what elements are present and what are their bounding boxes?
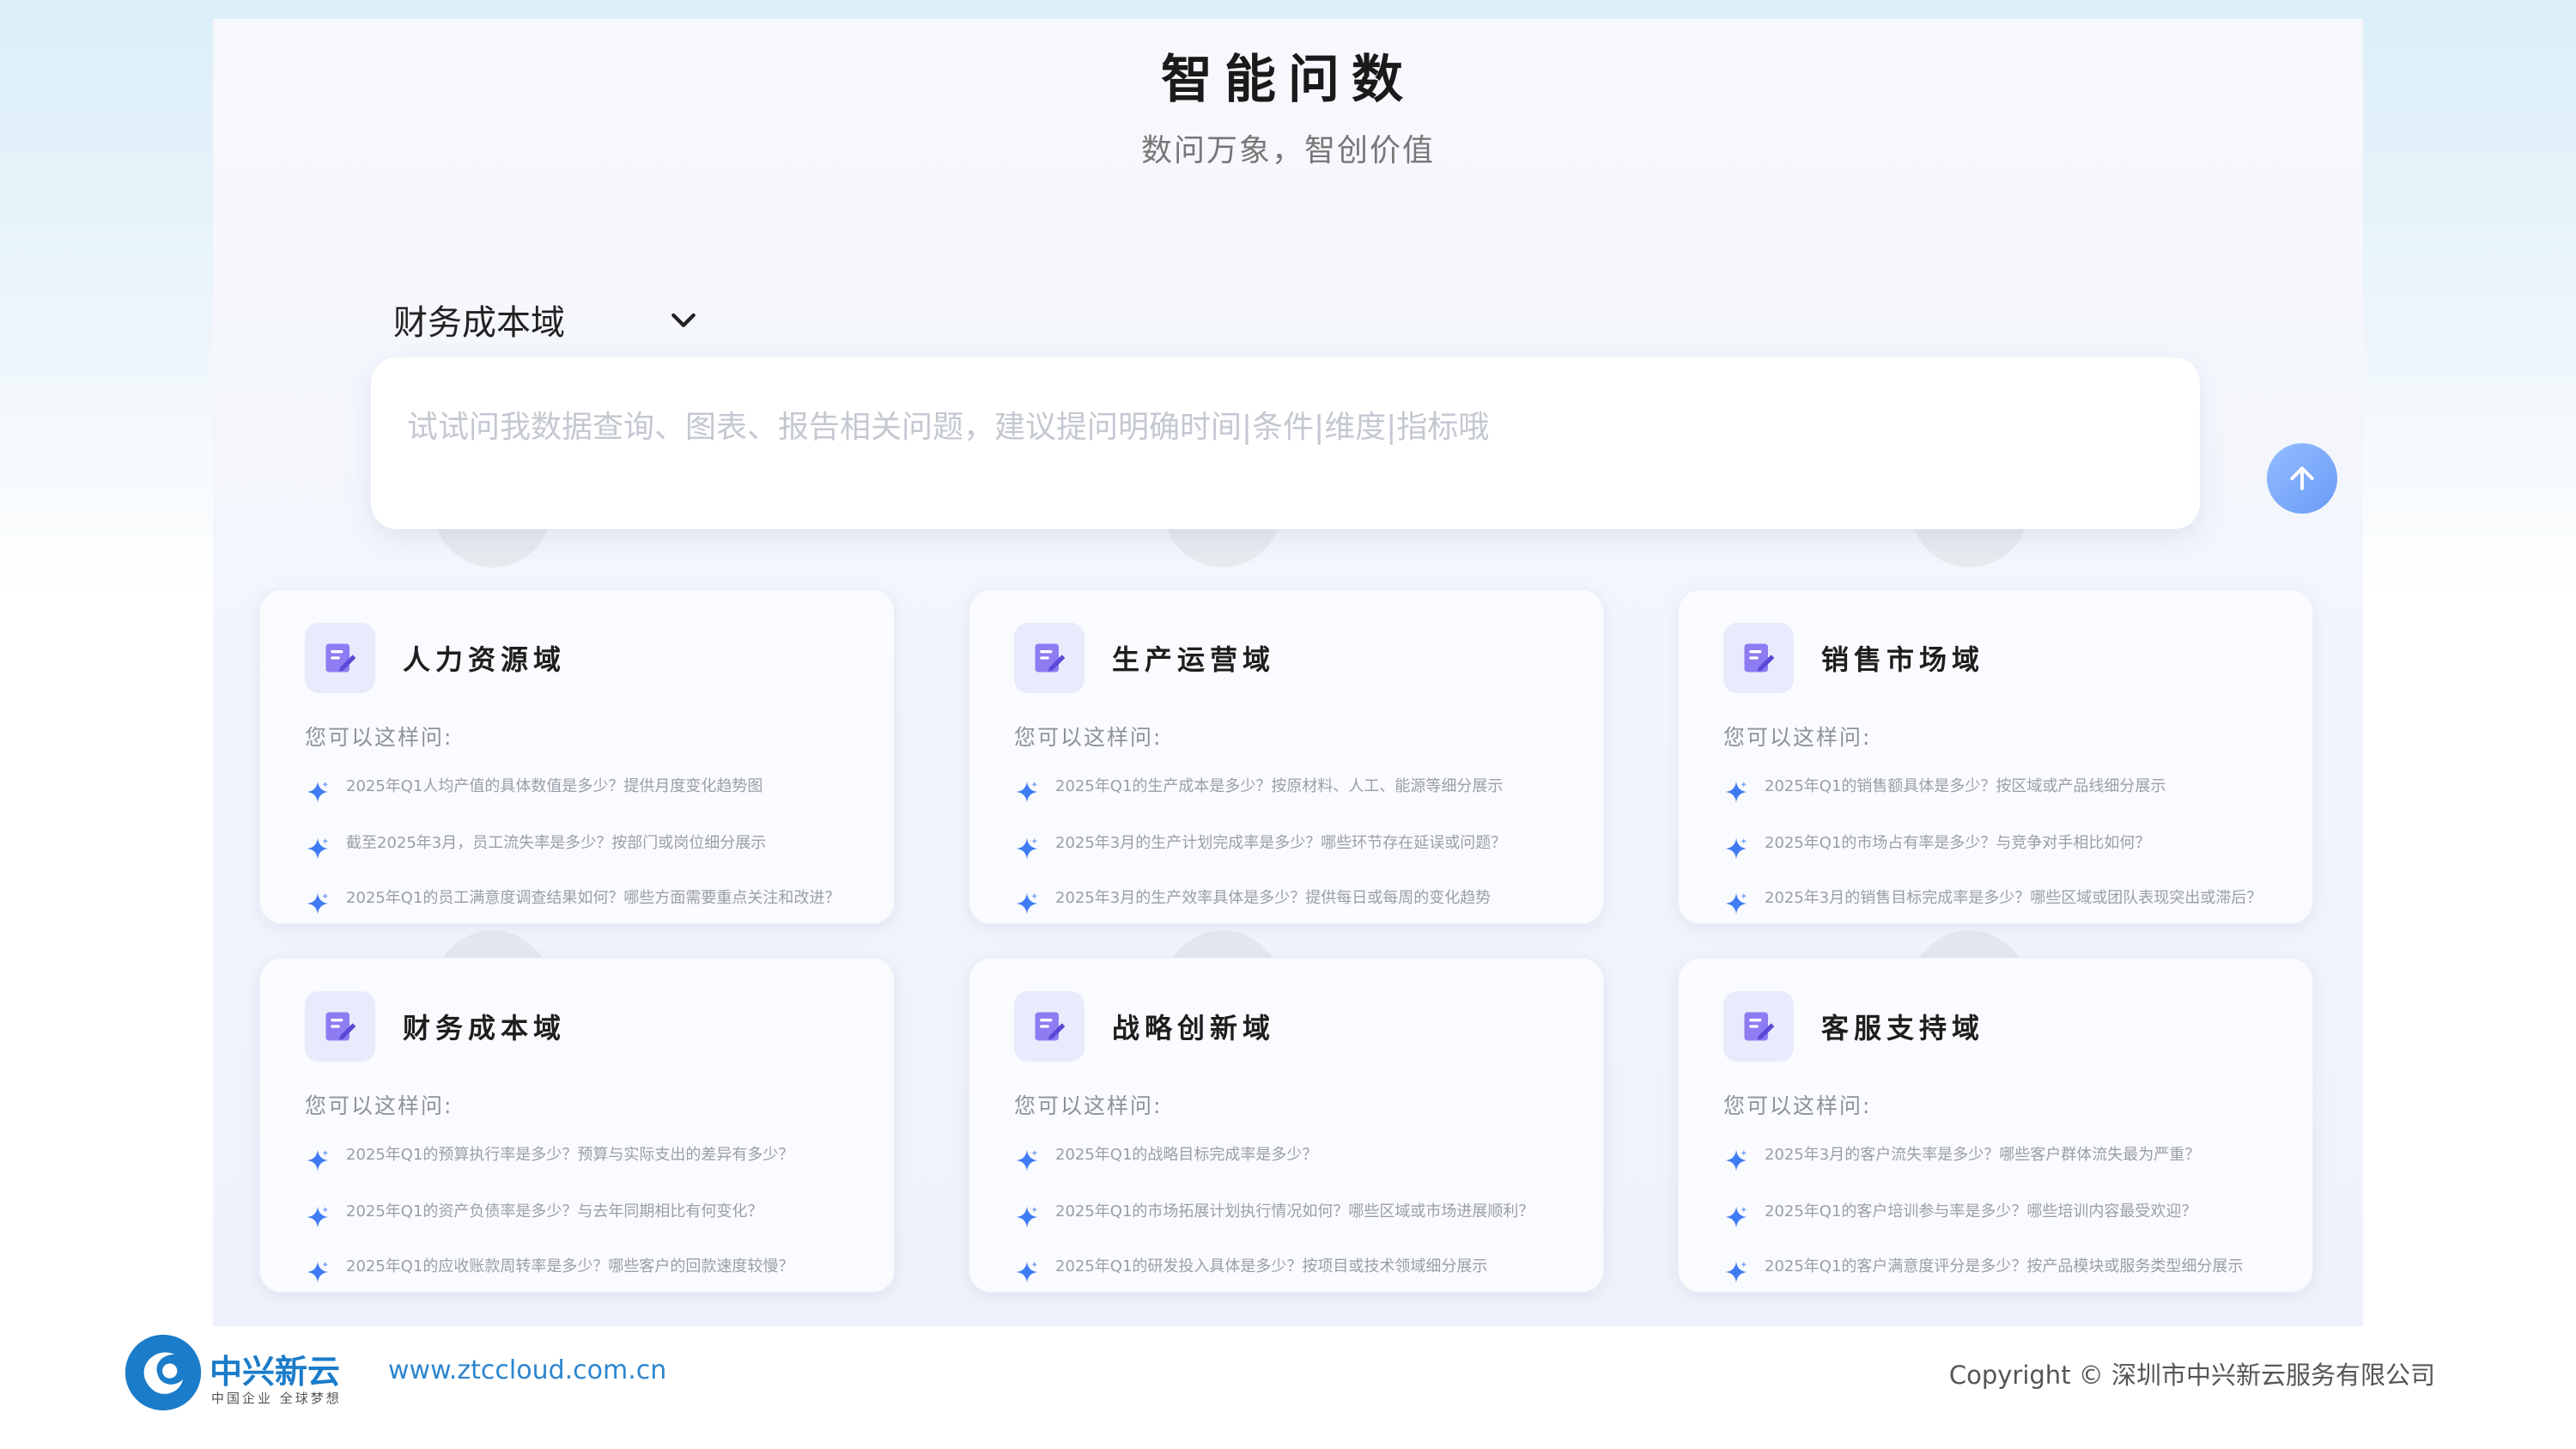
suggested-question[interactable]: 2025年3月的生产计划完成率是多少？哪些环节存在延误或问题？: [1014, 834, 1572, 886]
sparkle-icon: [307, 1206, 329, 1228]
suggested-question-text: 2025年Q1的销售额具体是多少？按区域或产品线细分展示: [1765, 777, 2166, 795]
edit-icon: [305, 991, 375, 1062]
footer-url-link[interactable]: www.ztccloud.com.cn: [388, 1355, 666, 1385]
domain-card[interactable]: 生产运营域您可以这样问: 2025年Q1的生产成本是多少？按原材料、人工、能源等细…: [969, 589, 1604, 924]
sparkle-icon: [1016, 781, 1038, 803]
sparkle-icon: [1016, 837, 1038, 860]
domain-card[interactable]: 人力资源域您可以这样问: 2025年Q1人均产值的具体数值是多少？提供月度变化趋势…: [259, 589, 895, 924]
question-box: [371, 357, 2337, 529]
suggested-question[interactable]: 2025年Q1的市场拓展计划执行情况如何？哪些区域或市场进展顺利？: [1014, 1202, 1572, 1254]
sparkle-icon: [1725, 1261, 1747, 1283]
card-title: 财务成本域: [403, 1012, 567, 1044]
domain-card[interactable]: 财务成本域您可以这样问: 2025年Q1的预算执行率是多少？预算与实际支出的差异有…: [259, 958, 895, 1293]
card-title: 人力资源域: [403, 643, 567, 676]
suggested-question[interactable]: 截至2025年3月，员工流失率是多少？按部门或岗位细分展示: [305, 834, 863, 886]
suggested-question-text: 2025年Q1的预算执行率是多少？预算与实际支出的差异有多少？: [346, 1146, 794, 1164]
edit-icon: [1723, 991, 1794, 1062]
card-prompt-label: 您可以这样问:: [1723, 1093, 1872, 1118]
domain-card[interactable]: 客服支持域您可以这样问: 2025年3月的客户流失率是多少？哪些客户群体流失最为严…: [1678, 958, 2313, 1293]
suggested-question[interactable]: 2025年Q1人均产值的具体数值是多少？提供月度变化趋势图: [305, 777, 863, 829]
sparkle-icon: [307, 837, 329, 860]
sparkle-icon: [1725, 892, 1747, 915]
card-prompt-label: 您可以这样问:: [1014, 725, 1163, 750]
suggested-question[interactable]: 2025年Q1的销售额具体是多少？按区域或产品线细分展示: [1723, 777, 2281, 829]
suggested-question[interactable]: 2025年3月的客户流失率是多少？哪些客户群体流失最为严重？: [1723, 1146, 2281, 1197]
suggested-question-text: 2025年Q1人均产值的具体数值是多少？提供月度变化趋势图: [346, 777, 763, 795]
sparkle-icon: [307, 781, 329, 803]
suggested-question-text: 2025年Q1的研发投入具体是多少？按项目或技术领域细分展示: [1055, 1257, 1488, 1275]
page-title: 智能问数: [1161, 50, 1415, 110]
suggested-question[interactable]: 2025年3月的生产效率具体是多少？提供每日或每周的变化趋势: [1014, 889, 1572, 941]
card-title: 生产运营域: [1112, 643, 1276, 676]
edit-icon: [1014, 623, 1084, 693]
suggested-question-text: 2025年Q1的客户满意度评分是多少？按产品模块或服务类型细分展示: [1765, 1257, 2244, 1275]
suggested-question[interactable]: 2025年Q1的应收账款周转率是多少？哪些客户的回款速度较慢？: [305, 1257, 863, 1309]
suggested-question-text: 2025年Q1的员工满意度调查结果如何？哪些方面需要重点关注和改进？: [346, 889, 841, 907]
suggested-question-text: 2025年3月的生产效率具体是多少？提供每日或每周的变化趋势: [1055, 889, 1492, 907]
card-title: 战略创新域: [1112, 1012, 1276, 1044]
domain-card[interactable]: 战略创新域您可以这样问: 2025年Q1的战略目标完成率是多少？ 2025年Q1的市…: [969, 958, 1604, 1293]
suggested-question[interactable]: 2025年Q1的客户满意度评分是多少？按产品模块或服务类型细分展示: [1723, 1257, 2281, 1309]
suggested-question[interactable]: 2025年Q1的资产负债率是多少？与去年同期相比有何变化？: [305, 1202, 863, 1254]
sparkle-icon: [307, 1149, 329, 1172]
sparkle-icon: [1725, 1206, 1747, 1228]
suggested-question-text: 2025年Q1的应收账款周转率是多少？哪些客户的回款速度较慢？: [346, 1257, 794, 1275]
suggested-question[interactable]: 2025年Q1的市场占有率是多少？与竞争对手相比如何？: [1723, 834, 2281, 886]
suggested-question[interactable]: 2025年Q1的战略目标完成率是多少？: [1014, 1146, 1572, 1197]
card-title: 销售市场域: [1821, 643, 1985, 676]
sparkle-icon: [1016, 892, 1038, 915]
footer-brand: 中兴新云: [210, 1353, 341, 1391]
brand-logo-icon: [125, 1334, 202, 1411]
suggested-question-text: 2025年Q1的市场占有率是多少？与竞争对手相比如何？: [1765, 834, 2151, 852]
sparkle-icon: [1725, 837, 1747, 860]
suggested-question[interactable]: 2025年3月的销售目标完成率是多少？哪些区域或团队表现突出或滞后？: [1723, 889, 2281, 941]
footer-copyright: Copyright © 深圳市中兴新云服务有限公司: [1948, 1361, 2435, 1390]
send-button[interactable]: [2267, 443, 2337, 514]
suggested-question-text: 2025年Q1的生产成本是多少？按原材料、人工、能源等细分展示: [1055, 777, 1504, 795]
sparkle-icon: [1725, 1149, 1747, 1172]
sparkle-icon: [1016, 1261, 1038, 1283]
card-prompt-label: 您可以这样问:: [1723, 725, 1872, 750]
sparkle-icon: [307, 892, 329, 915]
suggested-question-text: 截至2025年3月，员工流失率是多少？按部门或岗位细分展示: [346, 834, 767, 852]
domain-dropdown[interactable]: 财务成本域: [393, 277, 702, 362]
domain-card[interactable]: 销售市场域您可以这样问: 2025年Q1的销售额具体是多少？按区域或产品线细分展示…: [1678, 589, 2313, 924]
suggested-question-text: 2025年3月的客户流失率是多少？哪些客户群体流失最为严重？: [1765, 1146, 2201, 1164]
edit-icon: [1014, 991, 1084, 1062]
suggested-question[interactable]: 2025年Q1的生产成本是多少？按原材料、人工、能源等细分展示: [1014, 777, 1572, 829]
sparkle-icon: [1016, 1206, 1038, 1228]
suggested-question-text: 2025年Q1的市场拓展计划执行情况如何？哪些区域或市场进展顺利？: [1055, 1202, 1534, 1221]
page-subtitle: 数问万象，智创价值: [1140, 133, 1435, 168]
app-screen: 智能问数 数问万象，智创价值 财务成本域 人力资源域您可以这样问: 2025年Q1…: [213, 19, 2363, 1326]
card-prompt-label: 您可以这样问:: [305, 1093, 453, 1118]
edit-icon: [1723, 623, 1794, 693]
footer-slogan: 中国企业 全球梦想: [211, 1391, 342, 1406]
suggested-question-text: 2025年3月的生产计划完成率是多少？哪些环节存在延误或问题？: [1055, 834, 1507, 852]
edit-icon: [305, 623, 375, 693]
domain-dropdown-value: 财务成本域: [393, 303, 565, 343]
suggested-question[interactable]: 2025年Q1的研发投入具体是多少？按项目或技术领域细分展示: [1014, 1257, 1572, 1309]
suggested-question-text: 2025年Q1的资产负债率是多少？与去年同期相比有何变化？: [346, 1202, 763, 1221]
suggested-question-text: 2025年3月的销售目标完成率是多少？哪些区域或团队表现突出或滞后？: [1765, 889, 2263, 907]
chevron-down-icon: [671, 313, 696, 327]
sparkle-icon: [1016, 1149, 1038, 1172]
card-prompt-label: 您可以这样问:: [305, 725, 453, 750]
suggested-question-text: 2025年Q1的客户培训参与率是多少？哪些培训内容最受欢迎？: [1765, 1202, 2197, 1221]
sparkle-icon: [1725, 781, 1747, 803]
card-title: 客服支持域: [1821, 1012, 1985, 1044]
arrow-up-icon: [2290, 466, 2314, 490]
suggested-question[interactable]: 2025年Q1的客户培训参与率是多少？哪些培训内容最受欢迎？: [1723, 1202, 2281, 1254]
sparkle-icon: [307, 1261, 329, 1283]
suggested-question[interactable]: 2025年Q1的员工满意度调查结果如何？哪些方面需要重点关注和改进？: [305, 889, 863, 941]
suggested-question-text: 2025年Q1的战略目标完成率是多少？: [1055, 1146, 1318, 1164]
suggested-question[interactable]: 2025年Q1的预算执行率是多少？预算与实际支出的差异有多少？: [305, 1146, 863, 1197]
card-prompt-label: 您可以这样问:: [1014, 1093, 1163, 1118]
question-input[interactable]: [405, 400, 1954, 454]
